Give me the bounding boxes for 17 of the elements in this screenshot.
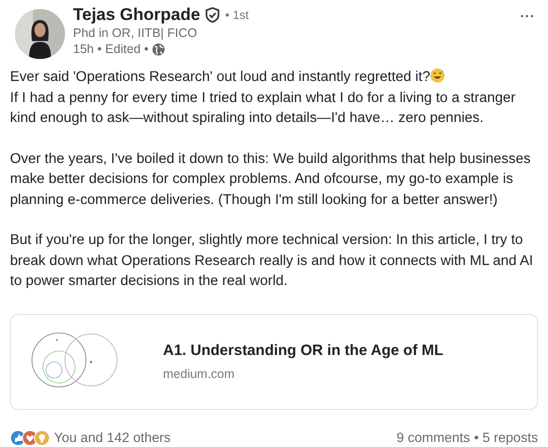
globe-icon	[152, 42, 166, 56]
reposts-count[interactable]: • 5 reposts	[474, 430, 538, 445]
article-domain: medium.com	[163, 367, 236, 381]
comments-count[interactable]: 9 comments	[396, 430, 470, 445]
post-time: 15h • Edited •	[73, 41, 148, 57]
article-title: A1. Understanding OR in the Age of ML	[163, 342, 444, 359]
reaction-icons	[10, 430, 50, 446]
reactions-count[interactable]: You and 142 others	[54, 430, 171, 445]
post-paragraph: Over the years, I've boiled it down to this: We build algorithms that help businesses make better decisions for complex problems. And ofcourse, my go-to example is planning e-commerce deliveries. (Though I'm still looking for a better answer!)	[10, 150, 532, 210]
post-paragraph: But if you're up for the longer, slightly more technical version: In this article, I try to break down what Operations Research really is and how it connects with ML and AI to power smarter decisions in the real world.	[10, 231, 534, 291]
post-paragraph: Ever said 'Operations Research' out loud and instantly regretted it? If I had a penny for every time I tried to explain what I do for a living to a stranger kind enough to ask—without spiraling into details—I'd have… zero pennies.	[10, 67, 516, 128]
more-options-button[interactable]: ···	[515, 5, 538, 26]
author-name[interactable]: Tejas Ghorpade	[73, 5, 200, 25]
avatar[interactable]	[15, 9, 65, 59]
author-headline: Phd in OR, IITB| FICO	[73, 25, 198, 41]
connection-degree: • 1st	[225, 8, 249, 22]
link-preview-card[interactable]: A1. Understanding OR in the Age of ML medium.com	[10, 314, 538, 410]
